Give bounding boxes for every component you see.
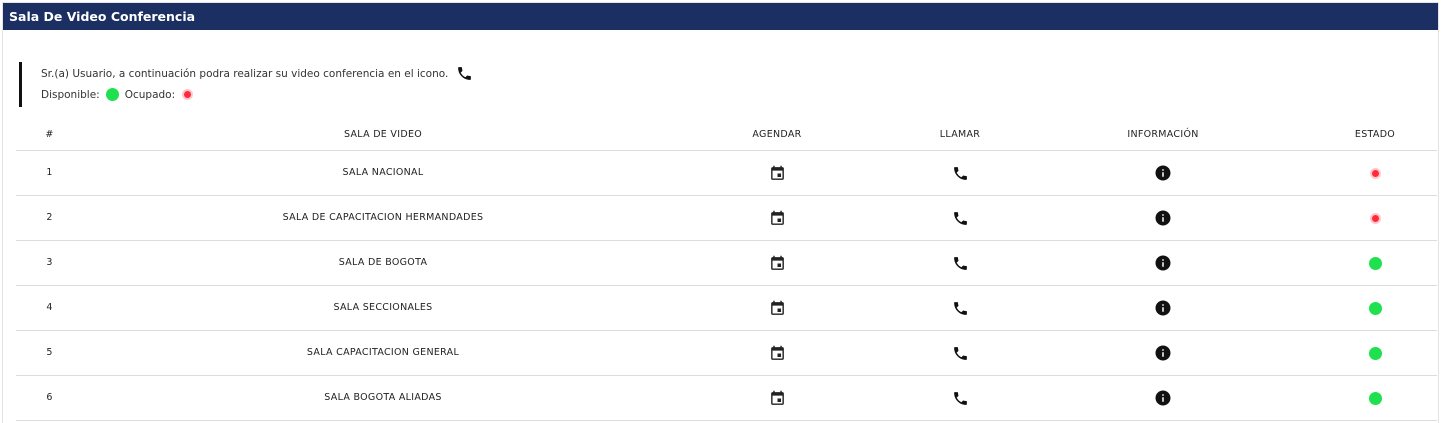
row-number: 1 <box>46 167 53 178</box>
phone-icon[interactable] <box>952 210 969 227</box>
call-button[interactable] <box>885 196 1035 240</box>
table-row: 4 SALA SECCIONALES <box>16 286 1437 331</box>
status-cell <box>1300 331 1441 375</box>
schedule-button[interactable] <box>702 196 852 240</box>
table-row: 5 SALA CAPACITACION GENERAL <box>16 331 1437 376</box>
calendar-icon[interactable] <box>769 345 786 362</box>
row-number: 5 <box>46 347 53 358</box>
status-available-indicator <box>1368 301 1382 315</box>
column-header-estado: ESTADO <box>1354 129 1396 140</box>
info-icon[interactable] <box>1154 389 1172 407</box>
row-number: 4 <box>46 302 53 313</box>
schedule-button[interactable] <box>702 286 852 330</box>
status-legend: Disponible: Ocupado: <box>41 88 192 101</box>
info-button[interactable] <box>1088 286 1238 330</box>
table-row: 2 SALA DE CAPACITACION HERMANDADES <box>16 196 1437 241</box>
info-icon[interactable] <box>1154 209 1172 227</box>
panel-title: Sala De Video Conferencia <box>3 3 1438 30</box>
status-available-indicator <box>1368 256 1382 270</box>
notice-text: Sr.(a) Usuario, a continuación podra rea… <box>41 68 449 80</box>
status-busy-indicator <box>1371 169 1379 177</box>
table-row: 3 SALA DE BOGOTA <box>16 241 1437 286</box>
available-indicator <box>105 88 119 101</box>
calendar-icon[interactable] <box>769 210 786 227</box>
schedule-button[interactable] <box>702 241 852 285</box>
column-header-llamar: LLAMAR <box>939 129 981 140</box>
calendar-icon[interactable] <box>769 255 786 272</box>
status-cell <box>1300 241 1441 285</box>
phone-icon <box>456 65 473 82</box>
status-available-indicator <box>1368 391 1382 405</box>
info-icon[interactable] <box>1154 254 1172 272</box>
status-cell <box>1300 151 1441 195</box>
schedule-button[interactable] <box>702 151 852 195</box>
busy-indicator <box>184 91 192 98</box>
info-icon[interactable] <box>1154 164 1172 182</box>
phone-icon[interactable] <box>952 255 969 272</box>
available-label: Disponible: <box>41 88 100 101</box>
calendar-icon[interactable] <box>769 300 786 317</box>
info-button[interactable] <box>1088 196 1238 240</box>
info-button[interactable] <box>1088 151 1238 195</box>
info-button[interactable] <box>1088 376 1238 420</box>
usage-notice: Sr.(a) Usuario, a continuación podra rea… <box>19 62 619 107</box>
row-number: 3 <box>46 257 53 268</box>
room-name: SALA DE CAPACITACION HERMANDADES <box>282 212 484 223</box>
room-name: SALA CAPACITACION GENERAL <box>306 347 460 358</box>
schedule-button[interactable] <box>702 331 852 375</box>
room-name: SALA BOGOTA ALIADAS <box>324 392 442 403</box>
status-cell <box>1300 376 1441 420</box>
phone-icon[interactable] <box>952 165 969 182</box>
table-row: 1 SALA NACIONAL <box>16 151 1437 196</box>
table-row: 6 SALA BOGOTA ALIADAS <box>16 376 1437 421</box>
schedule-button[interactable] <box>702 376 852 420</box>
column-header-sala: SALA DE VIDEO <box>343 129 423 140</box>
info-icon[interactable] <box>1154 299 1172 317</box>
status-cell <box>1300 286 1441 330</box>
phone-icon[interactable] <box>952 345 969 362</box>
call-button[interactable] <box>885 376 1035 420</box>
call-button[interactable] <box>885 331 1035 375</box>
calendar-icon[interactable] <box>769 390 786 407</box>
row-number: 2 <box>46 212 53 223</box>
calendar-icon[interactable] <box>769 165 786 182</box>
busy-label: Ocupado: <box>124 88 176 101</box>
column-header-agendar: AGENDAR <box>752 129 802 140</box>
status-cell <box>1300 196 1441 240</box>
row-number: 6 <box>46 392 53 403</box>
column-header-number: # <box>45 129 54 140</box>
status-busy-indicator <box>1371 214 1379 222</box>
room-name: SALA NACIONAL <box>342 167 424 178</box>
call-button[interactable] <box>885 151 1035 195</box>
info-icon[interactable] <box>1154 344 1172 362</box>
room-name: SALA DE BOGOTA <box>338 257 428 268</box>
call-button[interactable] <box>885 241 1035 285</box>
phone-icon[interactable] <box>952 390 969 407</box>
info-button[interactable] <box>1088 241 1238 285</box>
status-available-indicator <box>1368 346 1382 360</box>
table-header: # SALA DE VIDEO AGENDAR LLAMAR INFORMACI… <box>16 120 1437 151</box>
room-name: SALA SECCIONALES <box>333 302 433 313</box>
call-button[interactable] <box>885 286 1035 330</box>
column-header-informacion: INFORMACIÓN <box>1127 129 1199 140</box>
info-button[interactable] <box>1088 331 1238 375</box>
phone-icon[interactable] <box>952 300 969 317</box>
